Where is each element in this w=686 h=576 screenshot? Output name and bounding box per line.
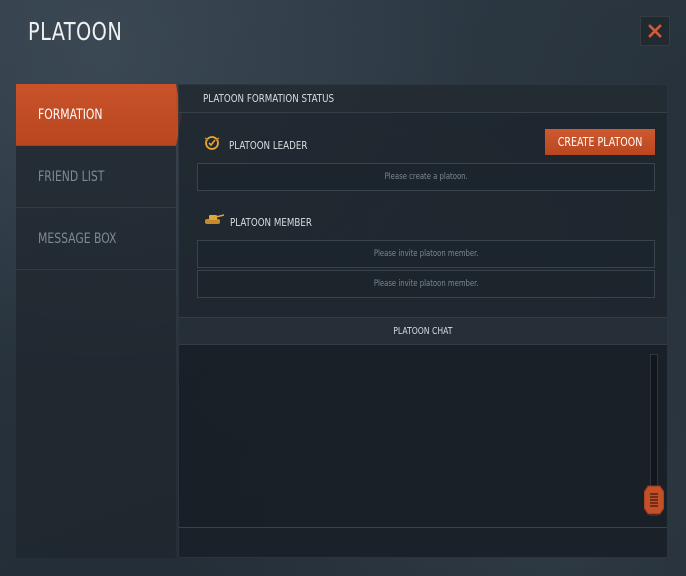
platoon-chat-title: PLATOON CHAT <box>393 325 453 337</box>
formation-status-header: PLATOON FORMATION STATUS <box>179 85 667 113</box>
member-slot-text: Please invite platoon member. <box>373 249 479 259</box>
member-slot[interactable]: Please invite platoon member. <box>197 270 655 298</box>
sidebar-item-label: FORMATION <box>38 107 103 123</box>
create-platoon-button[interactable]: CREATE PLATOON <box>545 129 655 155</box>
chat-input[interactable] <box>179 527 667 557</box>
formation-status-title: PLATOON FORMATION STATUS <box>203 92 335 105</box>
member-slot-text: Please invite platoon member. <box>373 279 479 289</box>
platoon-chat-header: PLATOON CHAT <box>179 317 667 345</box>
sidebar-item-label: FRIEND LIST <box>38 169 105 185</box>
tank-icon <box>205 214 225 224</box>
leader-slot-text: Please create a platoon. <box>384 172 468 182</box>
chat-log <box>179 345 667 527</box>
close-icon <box>648 24 662 38</box>
member-slot[interactable]: Please invite platoon member. <box>197 240 655 268</box>
window-title: PLATOON <box>28 17 123 46</box>
platoon-member-label: PLATOON MEMBER <box>230 216 312 229</box>
sidebar-item-friend-list[interactable]: FRIEND LIST <box>16 146 176 208</box>
platoon-leader-label: PLATOON LEADER <box>229 139 308 152</box>
sidebar-nav: FORMATION FRIEND LIST MESSAGE BOX <box>16 84 182 558</box>
leader-slot[interactable]: Please create a platoon. <box>197 163 655 191</box>
formation-panel: PLATOON FORMATION STATUS PLATOON LEADER … <box>178 84 668 558</box>
leader-badge-icon <box>204 136 220 150</box>
scrollbar-thumb[interactable] <box>644 484 664 516</box>
sidebar-item-message-box[interactable]: MESSAGE BOX <box>16 208 176 270</box>
close-button[interactable] <box>640 16 670 46</box>
sidebar-item-label: MESSAGE BOX <box>38 231 117 247</box>
sidebar-item-formation[interactable]: FORMATION <box>16 84 182 146</box>
platoon-window: PLATOON FORMATION FRIEND LIST MESSAGE BO… <box>0 0 686 576</box>
